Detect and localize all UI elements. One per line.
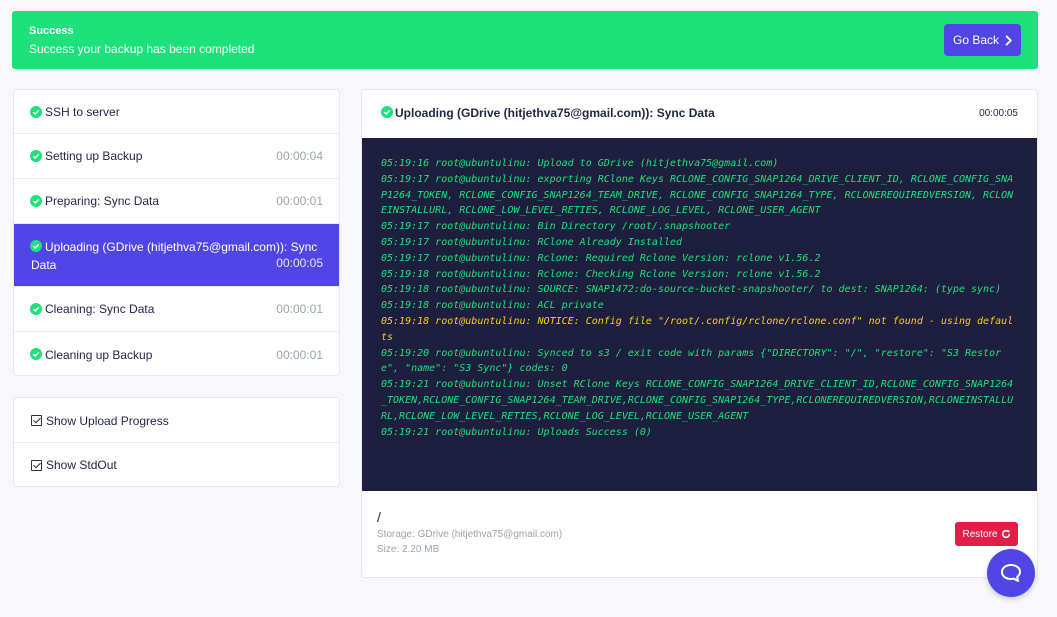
- check-circle-icon: [381, 106, 393, 118]
- step-label: Cleaning: Sync Data: [45, 302, 155, 316]
- console-line: 05:19:17 root@ubuntulinu: RClone Already…: [381, 236, 683, 248]
- show-stdout-label: Show StdOut: [46, 458, 117, 472]
- show-stdout-checkbox[interactable]: [31, 459, 42, 471]
- refresh-icon: [1001, 529, 1010, 539]
- console-line: 05:19:20 root@ubuntulinu: Synced to s3 /…: [381, 347, 1002, 375]
- step-label: SSH to server: [45, 104, 120, 119]
- console-line: 05:19:21 root@ubuntulinu: Unset RClone K…: [381, 379, 1014, 422]
- storage-info: Storage: GDrive (hitjethva75@gmail.com): [377, 529, 563, 540]
- go-back-button[interactable]: Go Back: [944, 24, 1021, 56]
- step-detail-panel: Uploading (GDrive (hitjethva75@gmail.com…: [361, 89, 1038, 578]
- check-circle-icon: [30, 195, 42, 207]
- console-line: 05:19:16 root@ubuntulinu: Upload to GDri…: [381, 158, 779, 169]
- step-time: 00:00:01: [276, 347, 323, 362]
- step-time: 00:00:05: [276, 256, 323, 270]
- console-line: 05:19:18 root@ubuntulinu: ACL private: [381, 300, 604, 312]
- console-line: 05:19:18 root@ubuntulinu: SOURCE: SNAP14…: [381, 284, 1002, 296]
- display-options: Show Upload Progress Show StdOut: [13, 397, 340, 487]
- console-line: 05:19:17 root@ubuntulinu: Bin Directory …: [381, 221, 731, 233]
- console-output: 05:19:16 root@ubuntulinu: Upload to GDri…: [362, 138, 1037, 491]
- detail-header: Uploading (GDrive (hitjethva75@gmail.com…: [362, 90, 1037, 138]
- step-preparing-sync-data[interactable]: Preparing: Sync Data 00:00:01: [14, 179, 339, 224]
- console-line: 05:19:17 root@ubuntulinu: Rclone: Requir…: [381, 252, 821, 264]
- step-setting-up-backup[interactable]: Setting up Backup 00:00:04: [14, 134, 339, 179]
- chat-support-button[interactable]: [987, 549, 1035, 597]
- show-stdout-option[interactable]: Show StdOut: [14, 442, 339, 486]
- check-circle-icon: [30, 150, 42, 162]
- check-circle-icon: [30, 348, 42, 360]
- backup-path: /: [377, 509, 381, 525]
- size-info: Size: 2.20 MB: [377, 544, 440, 555]
- step-time: 00:00:01: [276, 302, 323, 316]
- restore-button[interactable]: Restore: [955, 522, 1018, 546]
- console-line: 05:19:21 root@ubuntulinu: Uploads Succes…: [381, 426, 652, 438]
- check-circle-icon: [30, 303, 42, 315]
- chevron-right-icon: [1005, 34, 1013, 46]
- result-footer: / Storage: GDrive (hitjethva75@gmail.com…: [362, 491, 1037, 577]
- step-label: Cleaning up Backup: [45, 347, 153, 362]
- step-label: Preparing: Sync Data: [45, 194, 160, 208]
- show-upload-progress-option[interactable]: Show Upload Progress: [14, 398, 339, 443]
- detail-title: Uploading (GDrive (hitjethva75@gmail.com…: [395, 106, 715, 120]
- chat-bubble-icon: [1001, 564, 1021, 582]
- detail-time: 00:00:05: [979, 108, 1018, 119]
- success-banner: Success Success your backup has been com…: [12, 11, 1038, 69]
- step-uploading-gdrive[interactable]: Uploading (GDrive (hitjethva75@gmail.com…: [14, 224, 339, 287]
- step-ssh-to-server[interactable]: SSH to server: [14, 90, 339, 134]
- backup-steps-list: SSH to server Setting up Backup 00:00:04…: [13, 89, 340, 376]
- step-time: 00:00:04: [276, 149, 323, 163]
- console-line: 05:19:18 root@ubuntulinu: NOTICE: Config…: [381, 315, 1014, 343]
- banner-title: Success: [29, 25, 74, 37]
- console-line: 05:19:18 root@ubuntulinu: Rclone: Checki…: [381, 268, 821, 280]
- show-upload-progress-checkbox[interactable]: [31, 415, 42, 426]
- step-time: 00:00:01: [276, 194, 323, 208]
- step-cleaning-sync-data[interactable]: Cleaning: Sync Data 00:00:01: [14, 287, 339, 332]
- show-upload-progress-label: Show Upload Progress: [46, 413, 169, 428]
- go-back-label: Go Back: [952, 33, 1000, 47]
- console-line: 05:19:17 root@ubuntulinu: exporting RClo…: [381, 173, 1014, 217]
- banner-message: Success your backup has been completed: [29, 42, 255, 56]
- check-circle-icon: [30, 106, 42, 118]
- step-cleaning-up-backup[interactable]: Cleaning up Backup 00:00:01: [14, 332, 339, 375]
- step-label: Setting up Backup: [45, 149, 143, 163]
- restore-label: Restore: [962, 528, 998, 540]
